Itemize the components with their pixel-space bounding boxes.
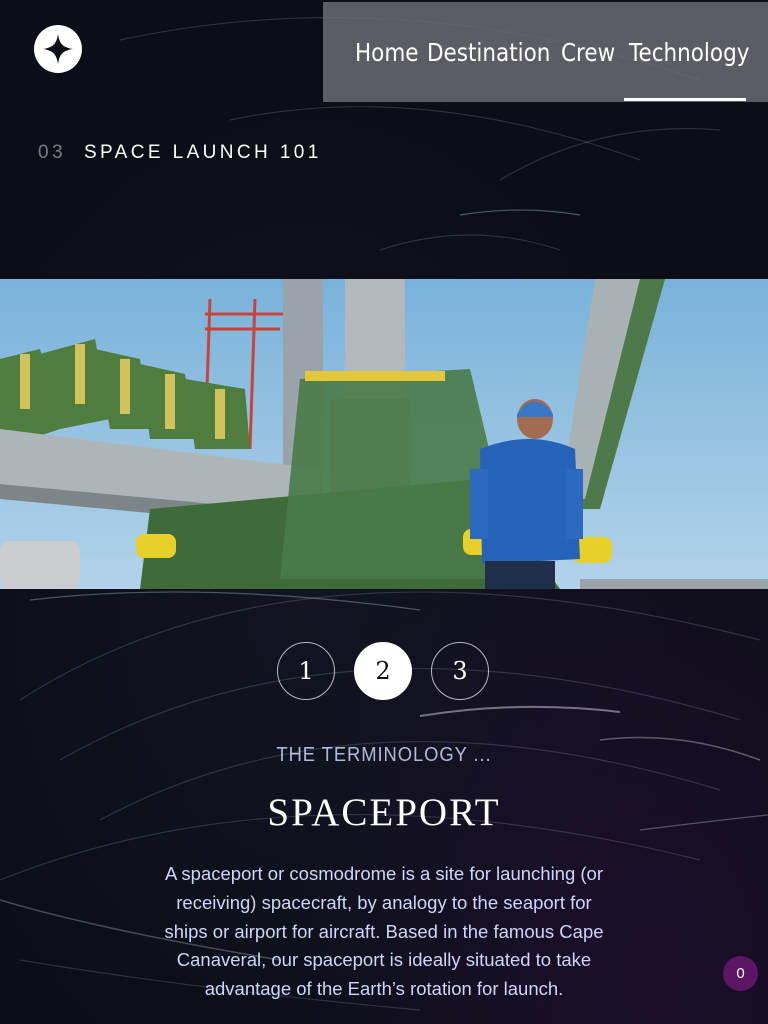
nav-item-label: Destination	[427, 37, 551, 67]
nav-item-label: Technology	[629, 37, 750, 67]
technology-description: A spaceport or cosmodrome is a site for …	[164, 863, 604, 1000]
technology-title: SPACEPORT	[267, 791, 501, 834]
step-pager: 1 2 3	[0, 642, 768, 702]
star-logo-icon	[43, 34, 73, 64]
nav-active-indicator	[624, 98, 746, 101]
pager-button-label: 3	[452, 657, 468, 685]
badge-count: 0	[736, 965, 745, 982]
star-logo[interactable]	[34, 25, 82, 73]
nav-item-label: Crew	[561, 37, 616, 67]
terminology-label: THE TERMINOLOGY ...	[276, 744, 492, 766]
nav-item-label: Home	[355, 37, 419, 67]
hero-image	[0, 279, 768, 589]
nav-item-home[interactable]: Home	[355, 2, 418, 102]
pager-button-label: 2	[375, 657, 391, 685]
pager-button-label: 1	[298, 657, 314, 685]
pager-button-1[interactable]: 1	[277, 642, 335, 700]
page-number: 03	[38, 142, 66, 163]
pager-button-3[interactable]: 3	[431, 642, 489, 700]
pager-button-2[interactable]: 2	[354, 642, 412, 700]
launch-pad-image	[0, 279, 768, 589]
nav-item-technology[interactable]: Technology	[629, 2, 749, 102]
nav-item-crew[interactable]: Crew	[561, 2, 615, 102]
main-nav: Home Destination Crew Technology	[323, 2, 768, 102]
page-heading: 03 SPACE LAUNCH 101	[38, 142, 322, 164]
notification-badge[interactable]: 0	[723, 956, 758, 991]
page-title: SPACE LAUNCH 101	[83, 142, 322, 163]
nav-item-destination[interactable]: Destination	[427, 2, 550, 102]
